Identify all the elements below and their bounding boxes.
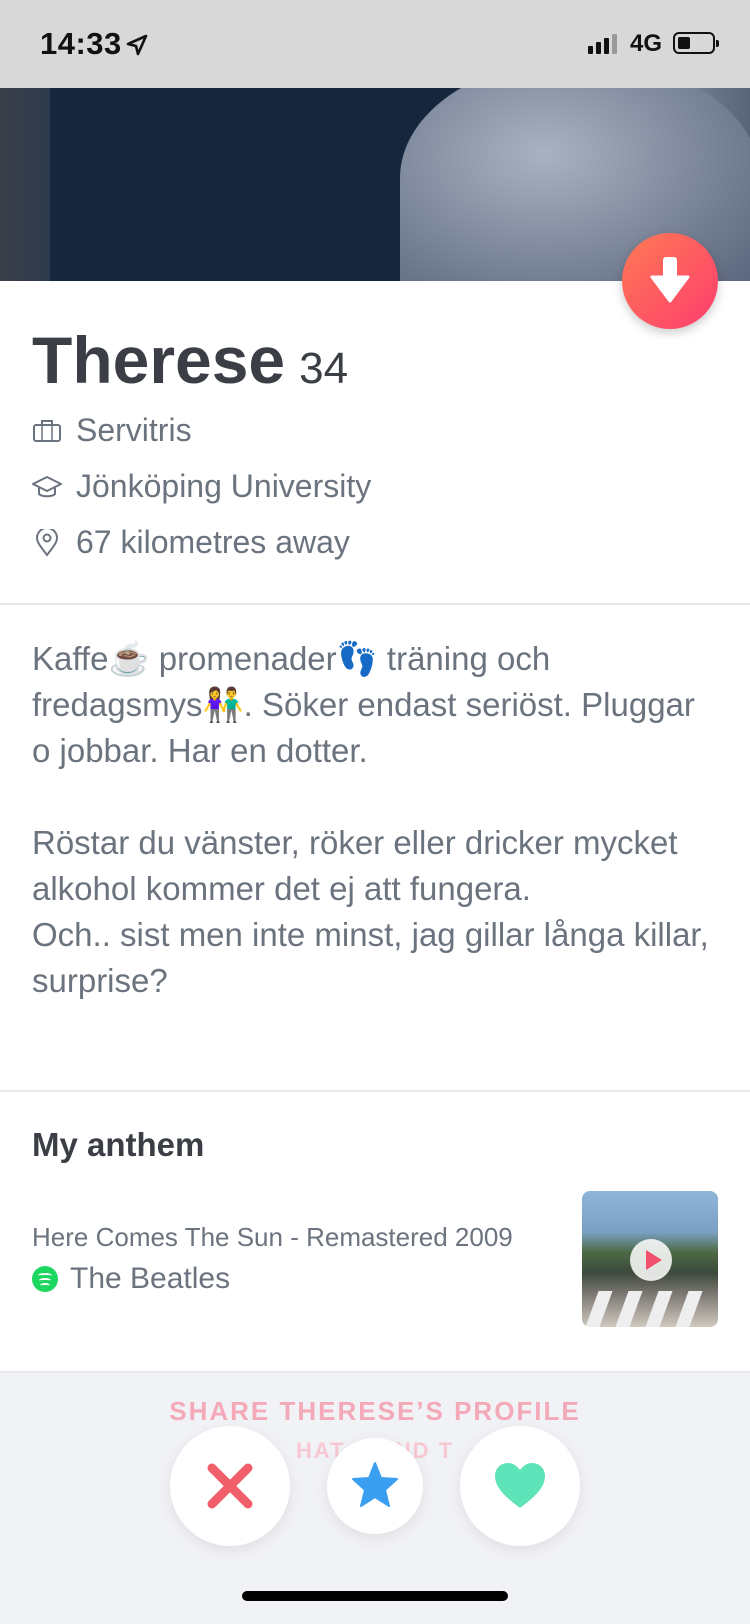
school-row: Jönköping University [32, 468, 371, 505]
distance-label: 67 kilometres away [76, 524, 350, 560]
network-label: 4G [630, 30, 663, 57]
spotify-icon [32, 1266, 58, 1292]
like-button[interactable] [460, 1426, 580, 1546]
location-arrow-icon [126, 34, 148, 56]
status-time: 14:33 [40, 26, 122, 61]
profile-bio: Kaffe☕️ promenader👣 träning och fredagsm… [32, 640, 709, 999]
job-row: Servitris [32, 412, 192, 449]
share-profile-link[interactable]: SHARE THERESE’S PROFILE [0, 1396, 750, 1427]
anthem-song: Here Comes The Sun - Remastered 2009 [32, 1222, 513, 1252]
battery-icon [673, 32, 719, 54]
album-art-play-button[interactable] [582, 1191, 718, 1327]
graduation-cap-icon [32, 475, 62, 497]
profile-name: Therese [32, 323, 286, 397]
arrow-down-icon [650, 257, 690, 303]
map-pin-icon [35, 528, 59, 557]
profile-header: Therese 34 [32, 322, 348, 398]
school-label: Jönköping University [76, 468, 372, 504]
super-like-button[interactable] [327, 1438, 423, 1534]
status-bar: 14:33 4G [0, 0, 750, 88]
signal-icon [588, 34, 617, 54]
job-label: Servitris [76, 412, 192, 448]
play-icon [630, 1239, 672, 1281]
divider [0, 1090, 750, 1092]
nope-button[interactable] [170, 1426, 290, 1546]
anthem-artist-row: The Beatles [32, 1262, 230, 1296]
divider [0, 603, 750, 605]
collapse-profile-button[interactable] [622, 233, 718, 329]
briefcase-icon [33, 419, 61, 442]
anthem-title: My anthem [32, 1126, 205, 1163]
anthem-artist: The Beatles [70, 1262, 231, 1295]
heart-icon [495, 1463, 545, 1508]
profile-age: 34 [299, 344, 349, 393]
distance-row: 67 kilometres away [32, 524, 350, 561]
star-icon [352, 1462, 398, 1507]
home-indicator [242, 1591, 508, 1601]
nope-x-icon [207, 1463, 253, 1509]
